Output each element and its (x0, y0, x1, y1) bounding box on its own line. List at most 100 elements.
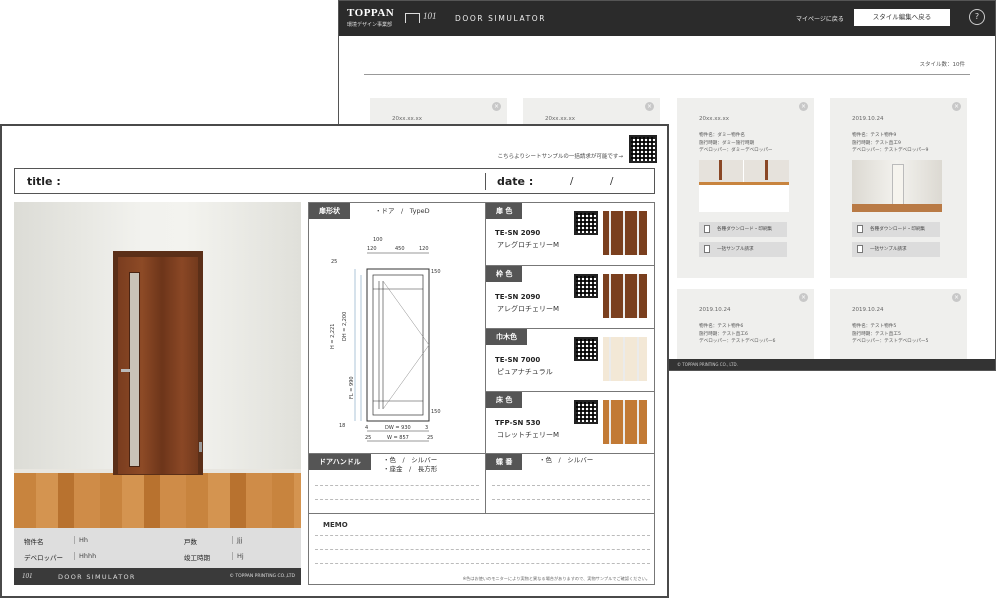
brand-mark: 101 (423, 11, 437, 21)
frame-color-swatch (603, 274, 647, 318)
memo-line (315, 549, 650, 550)
card-info: 物件名：テスト物件5 施行時期：テスト直工5 デベロッパー：テストデベロッパー5 (852, 324, 929, 344)
units-value: Jjj (232, 536, 243, 544)
copyright: © TOPPAN PRINTING CO.,LTD (229, 574, 295, 579)
dim-height: H = 2,221 (330, 323, 336, 349)
qr-code-icon[interactable] (629, 135, 657, 163)
date-slash: / (570, 176, 574, 187)
frame-color-name: アレグロチェリーM (497, 305, 560, 313)
back-to-style-edit-button[interactable]: スタイル編集へ戻る (854, 9, 950, 26)
toppan-logo: TOPPAN (347, 7, 395, 19)
door-shape-value: ・ドア / TypeD (375, 207, 430, 215)
writing-line (492, 485, 650, 486)
door-color-tag: 扉 色 (486, 203, 523, 219)
card-info: 物件名：テスト物件9 施行時期：テスト直工9 デベロッパー：テストデベロッパー9 (852, 133, 929, 153)
mypage-link[interactable]: マイページに戻る (796, 14, 844, 23)
floor-color-name: コレットチェリーM (497, 431, 560, 439)
house-icon (405, 13, 420, 23)
writing-line (492, 499, 650, 500)
dim-bottom-c: 3 (425, 425, 429, 431)
style-card[interactable]: × 2019.10.24 物件名：テスト物件6 施行時期：テスト直工6 デベロッ… (677, 289, 814, 361)
close-icon[interactable]: × (492, 102, 501, 111)
baseboard-color-name: ピュアナチュラル (497, 368, 553, 376)
qr-code-icon[interactable] (574, 400, 598, 424)
simulation-sheet: こちらよりシートサンプルの一括請求が可能です→ title : date : /… (0, 124, 669, 598)
sample-request-button[interactable]: 一括サンプル請求 (699, 242, 787, 257)
spec-grid: 扉形状 ・ドア / TypeD 100 120 450 120 H = 2,22… (308, 202, 655, 585)
baseboard-color-swatch (603, 337, 647, 381)
card-info: 物件名：テスト物件6 施行時期：テスト直工6 デベロッパー：テストデベロッパー6 (699, 324, 776, 344)
sheet-brand-bar: 101 DOOR SIMULATOR © TOPPAN PRINTING CO.… (14, 568, 301, 585)
card-date: 2019.10.24 (852, 307, 884, 313)
qr-code-icon[interactable] (574, 337, 598, 361)
card-date: 2019.10.24 (699, 307, 731, 313)
dim-bottom-a: 4 (365, 425, 369, 431)
dim-width: W = 857 (387, 435, 409, 441)
help-icon[interactable]: ? (969, 9, 985, 25)
title-label: title : (27, 175, 61, 188)
door-room-render (14, 202, 301, 528)
download-button[interactable]: 各種ダウンロード・印刷集 (699, 222, 787, 237)
card-thumbnail[interactable] (699, 160, 789, 212)
dim-side-bottom: 18 (339, 423, 346, 429)
handle-color: ・色 / シルバー (383, 456, 438, 464)
frame-color-tag: 枠 色 (486, 266, 523, 282)
download-icon (857, 225, 863, 233)
floor-color-tag: 床 色 (486, 392, 523, 408)
writing-line (315, 485, 479, 486)
dim-side-r1: 150 (431, 269, 441, 275)
date-label: date : (497, 175, 534, 188)
app-title: DOOR SIMULATOR (455, 14, 547, 23)
close-icon[interactable]: × (952, 102, 961, 111)
row-divider (309, 513, 654, 514)
style-card[interactable]: × 2019.10.24 物件名：テスト物件5 施行時期：テスト直工5 デベロッ… (830, 289, 967, 361)
door-shape-tag: 扉形状 (309, 203, 350, 219)
date-slash: / (610, 176, 614, 187)
document-icon (704, 245, 710, 253)
sample-request-note: こちらよりシートサンプルの一括請求が可能です→ (497, 154, 623, 160)
close-icon[interactable]: × (952, 293, 961, 302)
logo-subtitle: 環境デザイン事業部 (347, 22, 393, 28)
qr-code-icon[interactable] (574, 274, 598, 298)
developer-label: デベロッパー (24, 554, 63, 562)
door-color-name: アレグロチェリーM (497, 241, 560, 249)
card-date: 2019.10.24 (852, 116, 884, 122)
memo-label: MEMO (323, 521, 348, 529)
style-count: スタイル数：10件 (919, 62, 966, 68)
app-header: TOPPAN 環境デザイン事業部 101 DOOR SIMULATOR マイペー… (339, 1, 995, 36)
property-info: 物件名 Hh 戸数 Jjj デベロッパー Hhhh 竣工時期 Hj (14, 528, 301, 568)
card-date: 20xx.xx.xx (392, 116, 423, 122)
door-handle (121, 369, 130, 372)
writing-line (315, 499, 479, 500)
card-date: 20xx.xx.xx (545, 116, 576, 122)
card-thumbnail[interactable] (852, 160, 942, 212)
sample-request-button[interactable]: 一括サンプル請求 (852, 242, 940, 257)
hinge-tag: 蝶 番 (486, 454, 523, 470)
completion-value: Hj (232, 552, 244, 560)
handle-plate: ・座金 / 長方形 (383, 465, 438, 473)
disclaimer: ※色はお使いのモニターにより実物と異なる場合がありますので、実物サンプルでご確認… (462, 576, 650, 581)
dim-side-top: 25 (331, 259, 338, 265)
dim-floor-level: FL = 990 (349, 376, 355, 399)
download-icon (704, 225, 710, 233)
dim-door-width: DW = 930 (385, 425, 411, 431)
dim-bottom-f: 25 (427, 435, 434, 441)
close-icon[interactable]: × (645, 102, 654, 111)
style-card[interactable]: × 2019.10.24 物件名：テスト物件9 施行時期：テスト直工9 デベロッ… (830, 98, 967, 278)
door-hinge (199, 442, 202, 452)
close-icon[interactable]: × (799, 102, 808, 111)
title-bar: title : date : / / (14, 168, 655, 194)
card-date: 20xx.xx.xx (699, 116, 730, 122)
door-color-swatch (603, 211, 647, 255)
frame-color-code: TE-SN 2090 (495, 293, 541, 301)
style-card[interactable]: × 20xx.xx.xx 物件名：ダミー物件名 施行時期：ダミー施行時期 デベロ… (677, 98, 814, 278)
qr-code-icon[interactable] (574, 211, 598, 235)
document-icon (857, 245, 863, 253)
close-icon[interactable]: × (799, 293, 808, 302)
download-button[interactable]: 各種ダウンロード・印刷集 (852, 222, 940, 237)
baseboard-color-code: TE-SN 7000 (495, 356, 541, 364)
property-label: 物件名 (24, 538, 44, 546)
door-color-code: TE-SN 2090 (495, 229, 541, 237)
dim-top-d: 120 (419, 246, 429, 252)
memo-line (315, 563, 650, 564)
